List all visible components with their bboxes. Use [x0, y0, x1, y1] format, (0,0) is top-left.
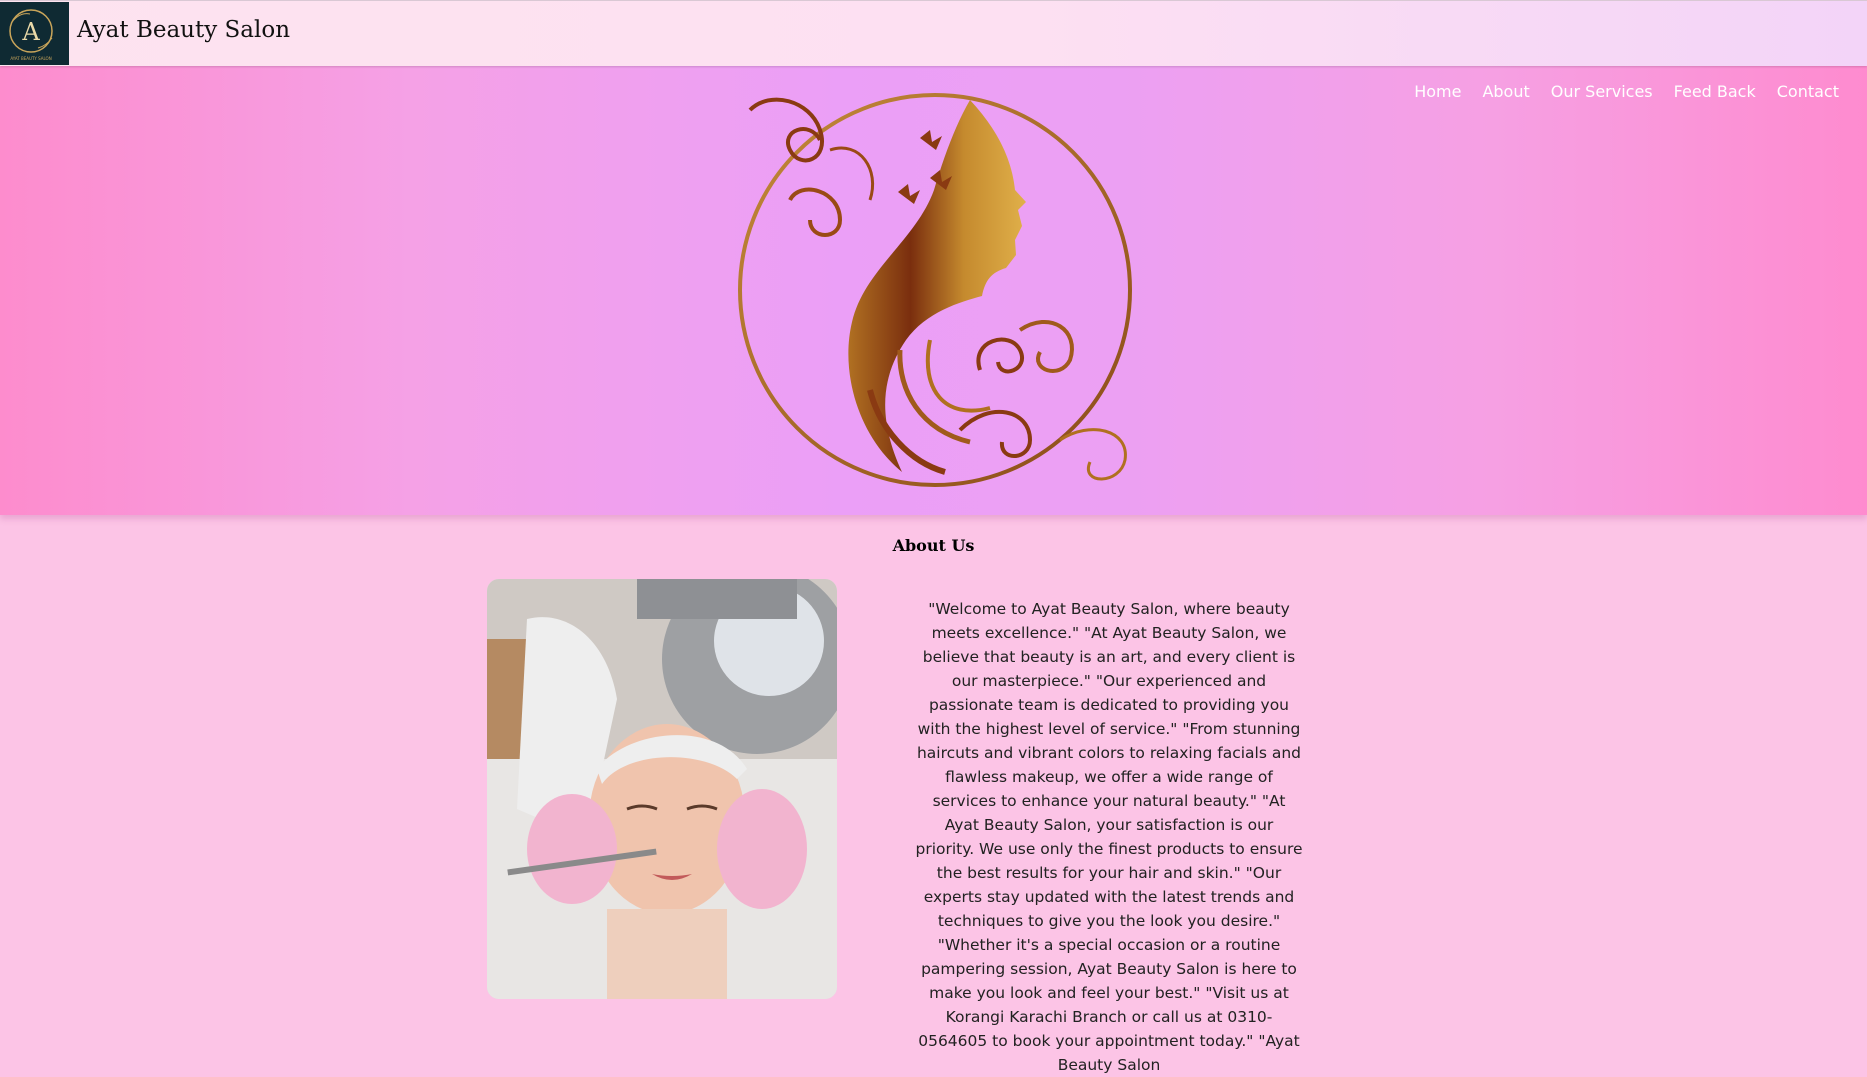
about-heading: About Us — [892, 536, 975, 555]
about-text: "Welcome to Ayat Beauty Salon, where bea… — [915, 600, 1303, 1074]
brand-title: Ayat Beauty Salon — [77, 17, 291, 43]
nav-feed-back[interactable]: Feed Back — [1674, 82, 1756, 101]
nav-our-services[interactable]: Our Services — [1551, 82, 1653, 101]
logo-caption: AYAT BEAUTY SALON — [10, 56, 51, 61]
logo-letter: A — [21, 18, 40, 46]
nav-contact[interactable]: Contact — [1777, 82, 1839, 101]
nav-about[interactable]: About — [1482, 82, 1529, 101]
salon-logo-icon[interactable]: A AYAT BEAUTY SALON — [0, 2, 69, 65]
main-nav: Home About Our Services Feed Back Contac… — [1414, 82, 1839, 101]
top-bar: A AYAT BEAUTY SALON Ayat Beauty Salon — [0, 0, 1867, 66]
woman-silhouette-emblem-icon — [738, 93, 1132, 487]
hero-banner: Home About Our Services Feed Back Contac… — [0, 65, 1867, 515]
facial-treatment-photo — [487, 579, 837, 999]
nav-home[interactable]: Home — [1414, 82, 1461, 101]
